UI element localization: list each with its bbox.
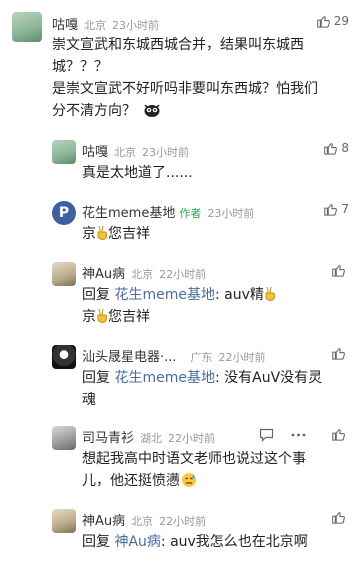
location-label: 北京 — [131, 268, 154, 281]
like-button[interactable] — [331, 263, 349, 277]
timestamp: 22小时前 — [159, 268, 207, 281]
location-label: 北京 — [114, 146, 137, 159]
reply-to-link[interactable]: 神Au病 — [114, 534, 160, 550]
comment-text: 回复 神Au病: auv我怎么也在北京啊 — [82, 531, 308, 553]
reply-prefix: 回复 — [82, 370, 110, 386]
reply-text: : 没有AuV没有灵 — [214, 370, 323, 386]
victory-hand-emoji-icon — [96, 225, 108, 241]
avatar[interactable] — [12, 12, 42, 42]
timestamp: 23小时前 — [112, 19, 160, 32]
comment-text: 京您吉祥 — [82, 223, 150, 245]
victory-hand-emoji-icon — [264, 286, 276, 302]
comment-text-line: 城？？？ — [52, 59, 108, 75]
avatar-letter: P — [58, 205, 70, 221]
commenter-name[interactable]: 咕嘎 — [82, 141, 108, 160]
thumbs-up-icon — [324, 143, 338, 155]
comment-text: 回复 花生meme基地: 没有AuV没有灵 魂 — [82, 367, 322, 411]
timestamp: 23小时前 — [142, 146, 190, 159]
like-button[interactable]: 7 — [323, 202, 349, 216]
thumbs-up-icon — [332, 429, 345, 441]
commenter-name[interactable]: 司马青衫 — [82, 427, 134, 446]
comment-text-line: 儿，他还挺愤懑 — [82, 473, 180, 489]
comment-bubble-icon — [259, 428, 273, 442]
reply-prefix: 回复 — [82, 287, 110, 303]
timestamp: 22小时前 — [218, 351, 266, 364]
commenter-name[interactable]: 咕嘎 — [52, 14, 78, 33]
like-button[interactable] — [331, 346, 349, 360]
comment-text-line: 崇文宣武和东城西城合并，结果叫东城西 — [52, 37, 304, 53]
location-label: 湖北 — [140, 432, 163, 445]
reply-text: : auv精 — [214, 287, 264, 303]
text-fragment: 您吉祥 — [108, 309, 150, 325]
reply-bubble-button[interactable] — [258, 427, 274, 443]
like-count: 7 — [341, 202, 349, 216]
reply-text: : auv我怎么也在北京啊 — [160, 534, 308, 550]
thumbs-up-icon — [316, 16, 330, 28]
avatar[interactable] — [52, 509, 76, 533]
thumbs-up-icon — [332, 512, 345, 524]
more-options-button[interactable] — [290, 427, 306, 443]
avatar[interactable] — [52, 140, 76, 164]
avatar[interactable] — [52, 426, 76, 450]
comment-text: 想起我高中时语文老师也说过这个事 儿，他还挺愤懑 — [82, 448, 306, 492]
like-count: 29 — [333, 14, 349, 28]
reply-to-link[interactable]: 花生meme基地 — [114, 370, 215, 386]
commenter-name[interactable]: 神Au病 — [82, 263, 125, 282]
like-button[interactable] — [331, 427, 349, 441]
like-count: 8 — [341, 141, 349, 155]
commenter-name[interactable]: 花生meme基地 — [82, 202, 175, 221]
reply-to-link[interactable]: 花生meme基地 — [114, 287, 215, 303]
location-label: 北京 — [84, 19, 107, 32]
comment-text-line: 分不清方向？ — [52, 103, 136, 119]
location-label: 北京 — [131, 515, 154, 528]
timestamp: 23小时前 — [207, 207, 255, 220]
comment-text: 回复 花生meme基地: auv精 京您吉祥 — [82, 284, 276, 328]
thumbs-up-icon — [332, 265, 345, 277]
timestamp: 22小时前 — [168, 432, 216, 445]
author-badge: 作者 — [179, 207, 202, 220]
comment-text-line: 想起我高中时语文老师也说过这个事 — [82, 451, 306, 467]
like-button[interactable] — [331, 510, 349, 524]
location-label: 广东 — [190, 351, 213, 364]
text-fragment: 京 — [82, 309, 96, 325]
more-dots-icon — [291, 433, 305, 437]
sweat-face-emoji-icon — [181, 472, 197, 488]
text-fragment: 您吉祥 — [108, 226, 150, 242]
commenter-name[interactable]: 神Au病 — [82, 510, 125, 529]
commenter-name[interactable]: 汕头晟星电器·... — [82, 346, 177, 365]
comment-text-line: 是崇文宣武不好听吗非要叫东西城？怕我们 — [52, 81, 318, 97]
thumbs-up-icon — [332, 348, 345, 360]
owl-emoji-icon — [144, 102, 160, 117]
comment-text: 真是太地道了...... — [82, 165, 193, 181]
avatar[interactable] — [52, 262, 76, 286]
like-button[interactable]: 8 — [323, 141, 349, 155]
like-button[interactable]: 29 — [316, 14, 349, 28]
thumbs-up-icon — [324, 204, 338, 216]
avatar[interactable] — [52, 345, 76, 369]
avatar[interactable]: P — [52, 201, 76, 225]
text-fragment: 京 — [82, 226, 96, 242]
timestamp: 22小时前 — [159, 515, 207, 528]
victory-hand-emoji-icon — [96, 308, 108, 324]
reply-prefix: 回复 — [82, 534, 110, 550]
text-fragment: 魂 — [82, 392, 96, 408]
